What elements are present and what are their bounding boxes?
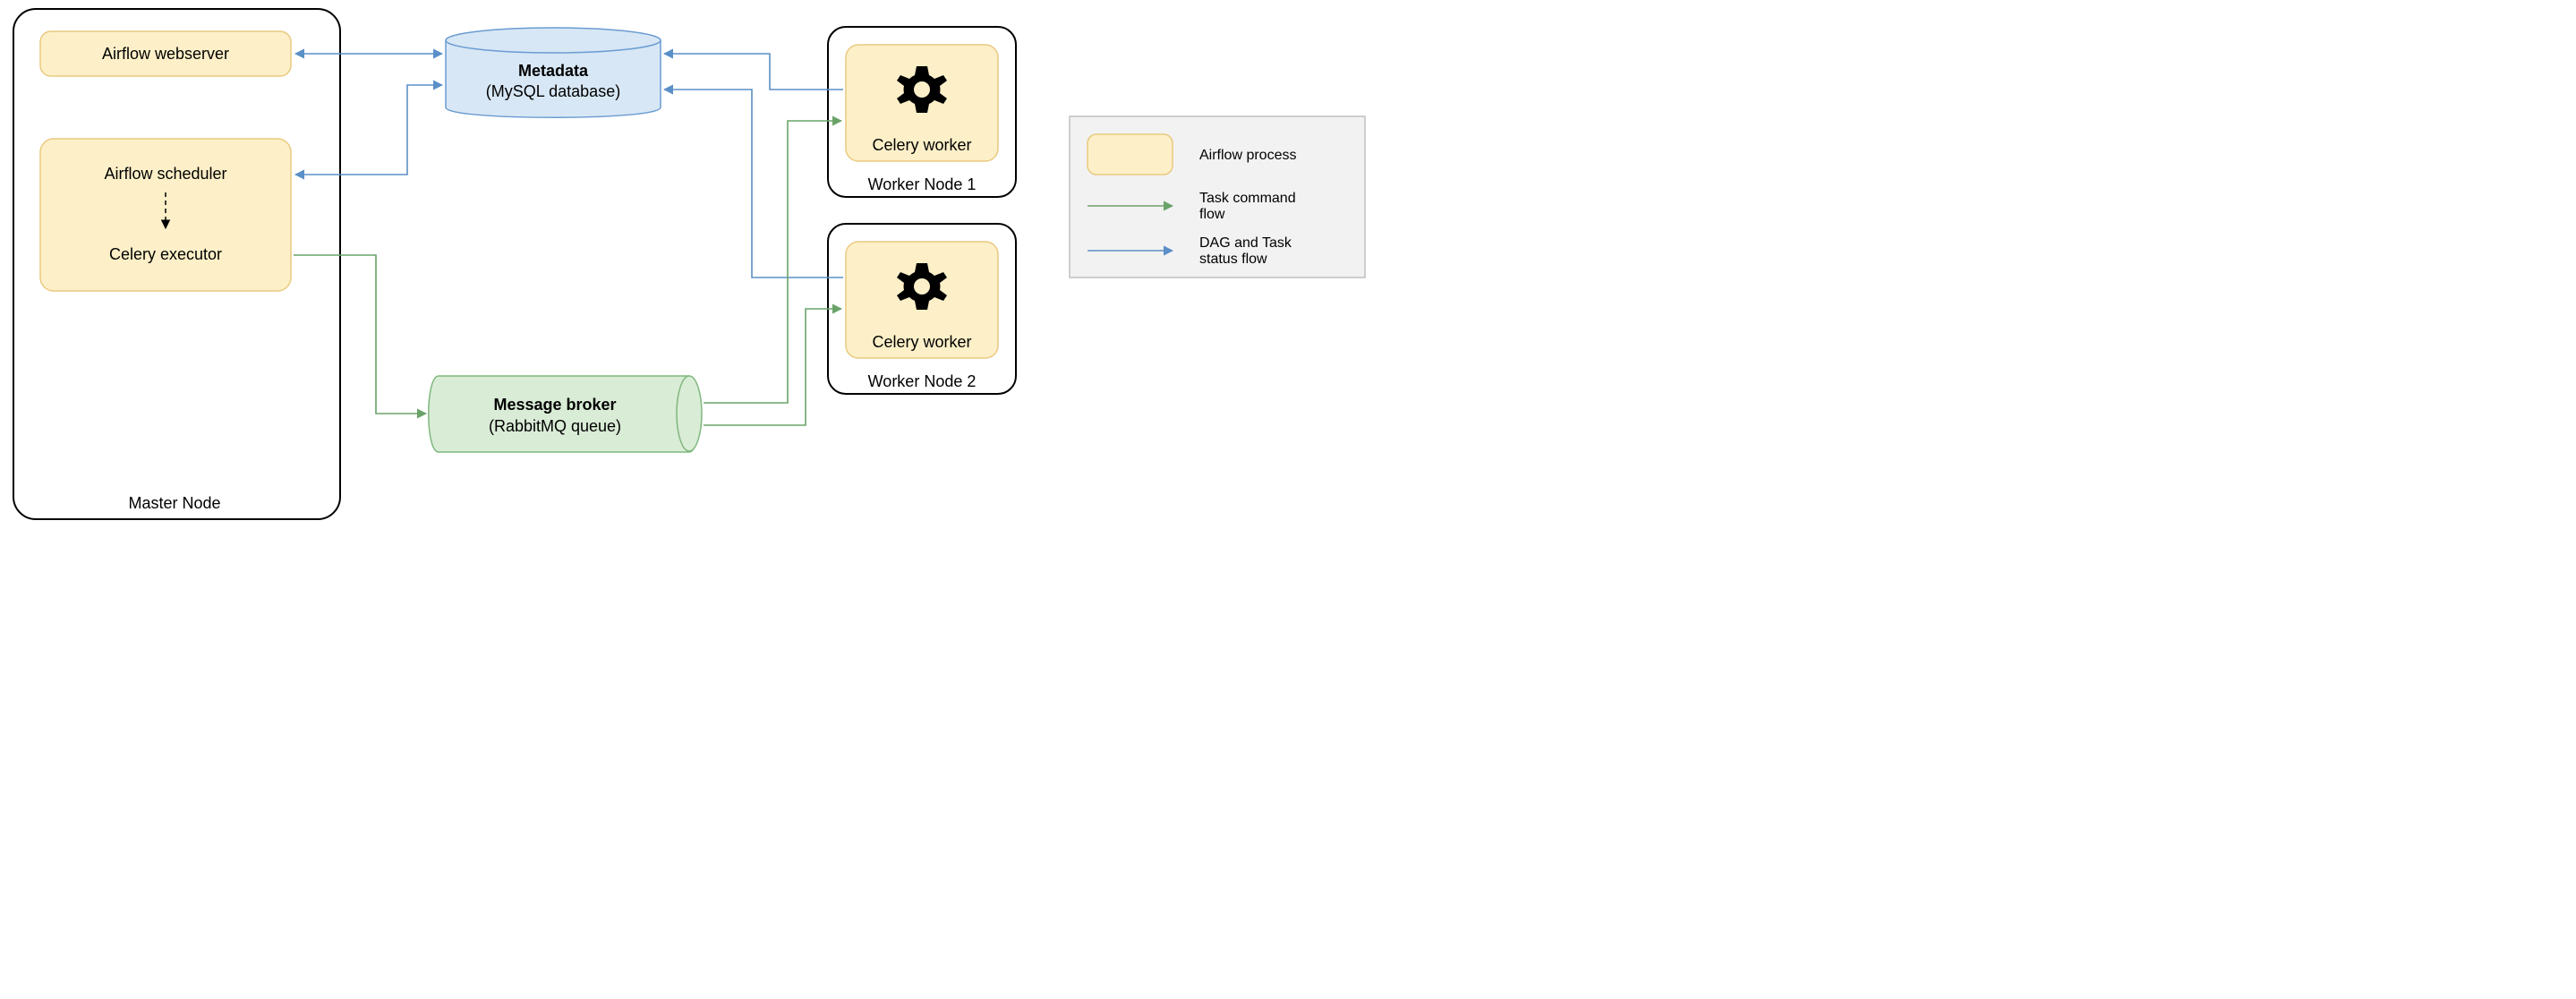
legend-box: Airflow process Task command flow DAG an… <box>1070 116 1365 278</box>
legend-process-swatch <box>1088 134 1173 175</box>
metadata-db: Metadata (MySQL database) <box>446 28 661 117</box>
metadata-subtitle: (MySQL database) <box>486 82 620 100</box>
arrow-worker1-metadata <box>664 54 843 90</box>
arrow-broker-worker1 <box>704 121 841 403</box>
worker-node-2-title: Worker Node 2 <box>868 372 977 390</box>
legend-status-flow-label: DAG and Task <box>1199 235 1292 251</box>
arrow-worker2-metadata <box>664 90 843 278</box>
arrow-broker-worker2 <box>704 309 841 425</box>
message-broker: Message broker (RabbitMQ queue) <box>429 376 702 452</box>
architecture-diagram: Master Node Airflow webserver Airflow sc… <box>0 0 1378 537</box>
legend-status-flow-label-2: status flow <box>1199 252 1267 267</box>
master-node-title: Master Node <box>128 494 220 512</box>
broker-subtitle: (RabbitMQ queue) <box>489 417 621 435</box>
celery-worker-1-label: Celery worker <box>872 136 971 154</box>
airflow-scheduler-label: Airflow scheduler <box>104 165 226 183</box>
legend-task-flow-label-1: Task command <box>1199 191 1296 206</box>
metadata-title: Metadata <box>518 62 589 80</box>
worker-node-1: Celery worker Worker Node 1 <box>828 27 1016 197</box>
scheduler-executor-box <box>40 139 291 291</box>
worker-node-2: Celery worker Worker Node 2 <box>828 224 1016 394</box>
worker-node-1-title: Worker Node 1 <box>868 175 977 193</box>
celery-worker-2-label: Celery worker <box>872 333 971 351</box>
airflow-webserver-label: Airflow webserver <box>102 45 229 63</box>
master-node-box: Master Node Airflow webserver Airflow sc… <box>13 9 340 519</box>
legend-task-flow-label-2: flow <box>1199 207 1225 222</box>
celery-executor-label: Celery executor <box>109 245 222 263</box>
broker-title: Message broker <box>493 396 616 414</box>
legend-process-label: Airflow process <box>1199 148 1296 163</box>
